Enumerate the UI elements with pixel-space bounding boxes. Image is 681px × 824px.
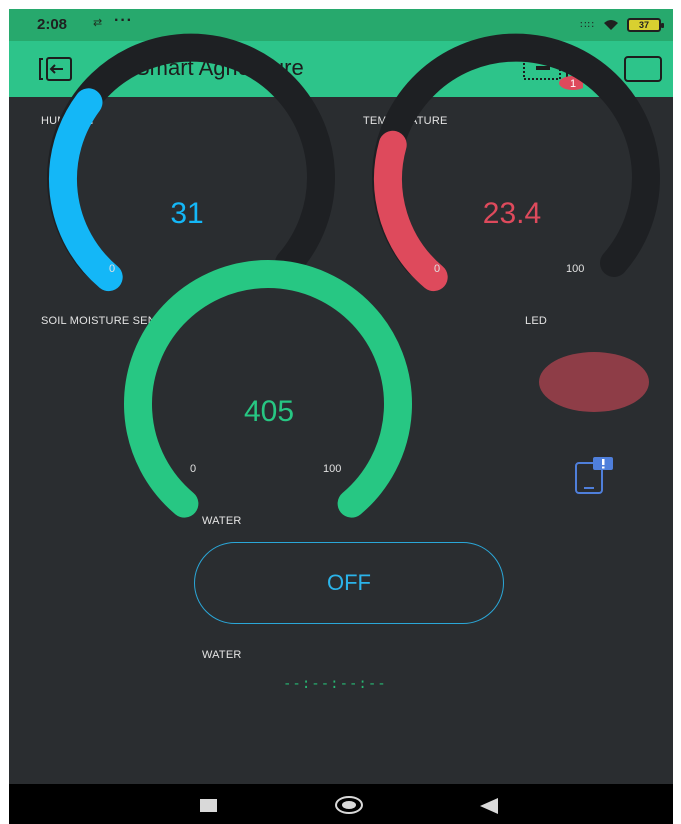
soil-gauge-fill [124, 260, 412, 518]
soil-min: 0 [190, 463, 197, 475]
phone-alert-icon[interactable] [571, 455, 617, 495]
back-icon[interactable] [480, 798, 498, 814]
recent-apps-icon[interactable] [200, 799, 217, 812]
water-button-label: WATER [202, 515, 242, 527]
soil-max: 100 [323, 463, 342, 475]
nav-bar [9, 784, 673, 824]
led-indicator [539, 352, 649, 412]
water-toggle-button[interactable]: OFF [194, 542, 504, 624]
water-timer-value: --:--:--:-- [283, 676, 387, 692]
home-icon[interactable] [335, 796, 363, 814]
water-button-state: OFF [327, 570, 371, 595]
soil-value: 405 [243, 395, 295, 428]
led-label: LED [525, 315, 547, 327]
phone-screen: 2:08 ⇄ ··· ∷∷ 37 Smart Agriculture 1 HUM… [9, 9, 673, 824]
water-timer-label: WATER [202, 649, 242, 661]
